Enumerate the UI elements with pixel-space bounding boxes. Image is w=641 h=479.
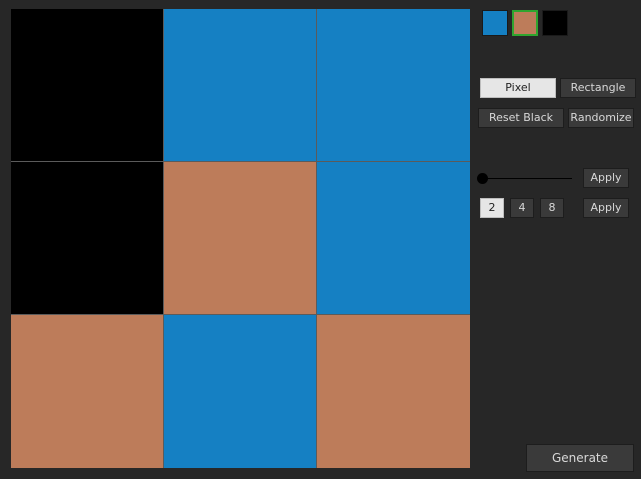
- rectangle-tool-button[interactable]: Rectangle: [560, 78, 636, 98]
- grid-cell[interactable]: [164, 315, 317, 468]
- palette-swatch-blue[interactable]: [482, 10, 508, 36]
- grid-cell[interactable]: [317, 162, 470, 315]
- randomize-button[interactable]: Randomize: [568, 108, 634, 128]
- grid-cell[interactable]: [317, 9, 470, 162]
- app-window: Pixel Rectangle Reset Black Randomize Ap…: [0, 0, 641, 479]
- pixel-canvas[interactable]: [11, 9, 470, 468]
- size-option-2[interactable]: 2: [480, 198, 504, 218]
- grid-cell[interactable]: [11, 9, 164, 162]
- palette-swatch-tan[interactable]: [512, 10, 538, 36]
- size-slider-track[interactable]: [482, 178, 572, 179]
- size-slider-thumb[interactable]: [477, 173, 488, 184]
- grid-cell[interactable]: [317, 315, 470, 468]
- reset-black-button[interactable]: Reset Black: [478, 108, 564, 128]
- apply-size-button[interactable]: Apply: [583, 198, 629, 218]
- palette-swatch-black[interactable]: [542, 10, 568, 36]
- grid-cell[interactable]: [11, 162, 164, 315]
- pixel-tool-button[interactable]: Pixel: [480, 78, 556, 98]
- grid-cell[interactable]: [164, 9, 317, 162]
- apply-slider-button[interactable]: Apply: [583, 168, 629, 188]
- size-option-4[interactable]: 4: [510, 198, 534, 218]
- size-option-8[interactable]: 8: [540, 198, 564, 218]
- grid-cell[interactable]: [11, 315, 164, 468]
- grid-cell[interactable]: [164, 162, 317, 315]
- generate-button[interactable]: Generate: [526, 444, 634, 472]
